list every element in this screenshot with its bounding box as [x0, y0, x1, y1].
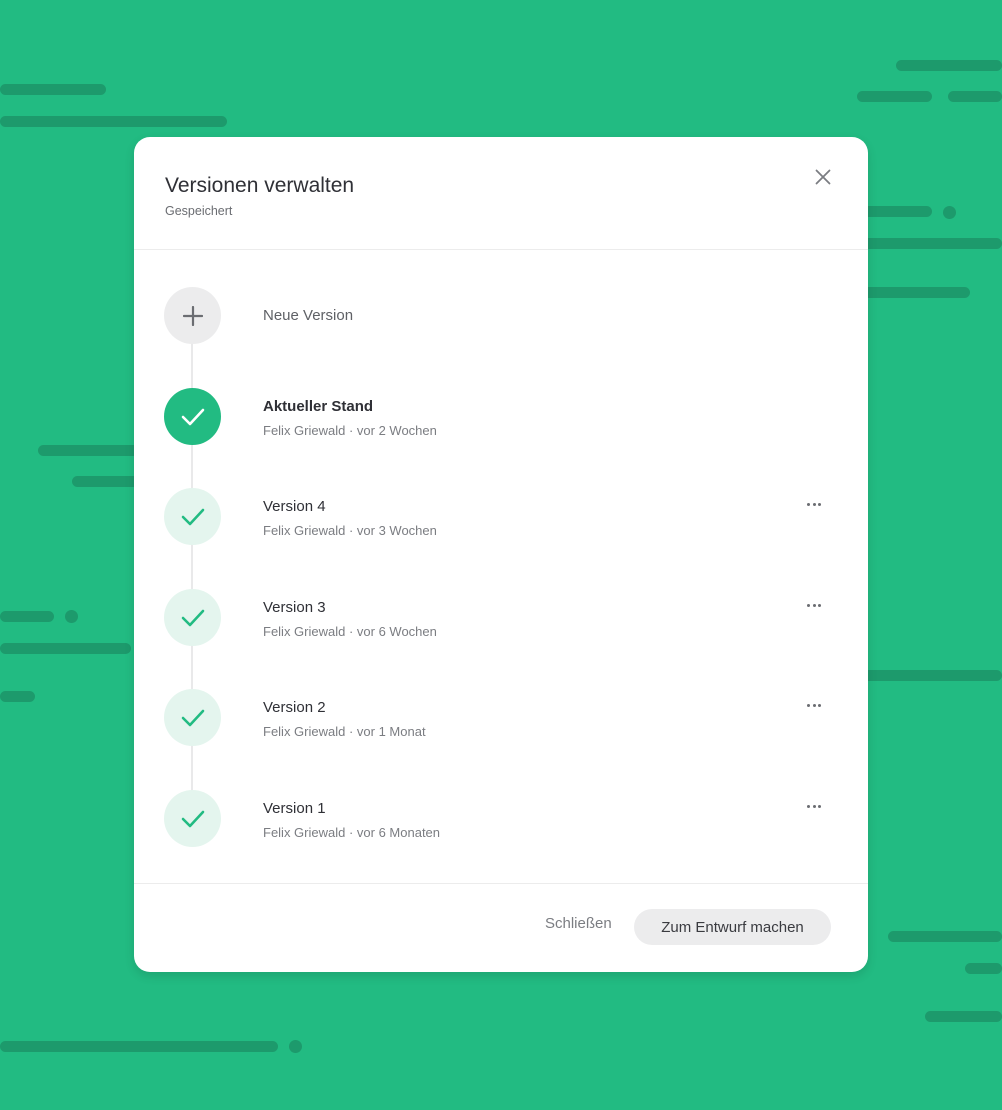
- background-dot: [65, 610, 78, 623]
- check-icon: [181, 609, 204, 626]
- version-title: Version 4: [263, 498, 326, 515]
- close-icon: [815, 169, 831, 185]
- background-stripe: [72, 476, 142, 487]
- version-status: [164, 689, 221, 746]
- dialog-header: Versionen verwalten Gespeichert: [134, 137, 868, 250]
- background-stripe: [860, 670, 1002, 681]
- background-stripe: [38, 445, 143, 456]
- version-row[interactable]: Version 4 Felix Griewald · vor 3 Wochen: [134, 478, 868, 558]
- background-stripe: [0, 84, 106, 95]
- dialog-title: Versionen verwalten: [165, 174, 355, 197]
- version-row-current[interactable]: Aktueller Stand Felix Griewald · vor 2 W…: [134, 378, 868, 458]
- check-icon: [181, 709, 204, 726]
- save-status: Gespeichert: [165, 204, 233, 218]
- background-dot: [289, 1040, 302, 1053]
- background-stripe: [0, 116, 227, 127]
- versions-dialog: Versionen verwalten Gespeichert Neue Ver…: [134, 137, 868, 972]
- version-status: [164, 488, 221, 545]
- more-options-button[interactable]: [798, 490, 830, 514]
- check-icon: [181, 810, 204, 827]
- version-title: Aktueller Stand: [263, 398, 374, 415]
- background-stripe: [857, 91, 932, 102]
- version-row[interactable]: Version 1 Felix Griewald · vor 6 Monaten: [134, 780, 868, 860]
- close-button[interactable]: [810, 164, 836, 190]
- check-icon: [181, 508, 204, 525]
- close-dialog-button[interactable]: Schließen: [545, 915, 612, 932]
- background-stripe: [0, 1041, 278, 1052]
- version-meta: Felix Griewald · vor 1 Monat: [263, 724, 426, 739]
- more-icon: [806, 694, 822, 712]
- new-version-button[interactable]: [164, 287, 221, 344]
- version-title: Version 1: [263, 800, 326, 817]
- background-stripe: [0, 643, 131, 654]
- version-row[interactable]: Version 2 Felix Griewald · vor 1 Monat: [134, 679, 868, 759]
- version-title: Version 3: [263, 599, 326, 616]
- version-status: [164, 790, 221, 847]
- more-options-button[interactable]: [798, 792, 830, 816]
- background-stripe: [860, 206, 932, 217]
- background-stripe: [896, 60, 1002, 71]
- version-row[interactable]: Version 3 Felix Griewald · vor 6 Wochen: [134, 579, 868, 659]
- more-icon: [806, 795, 822, 813]
- version-meta: Felix Griewald · vor 6 Wochen: [263, 624, 437, 639]
- plus-icon: [182, 305, 203, 326]
- dialog-footer: Schließen Zum Entwurf machen: [134, 883, 868, 973]
- background-stripe: [0, 691, 35, 702]
- version-status-current: [164, 388, 221, 445]
- new-version-label[interactable]: Neue Version: [263, 307, 353, 324]
- more-icon: [806, 594, 822, 612]
- background-stripe: [965, 963, 1002, 974]
- version-status: [164, 589, 221, 646]
- background-stripe: [888, 931, 1002, 942]
- more-icon: [806, 493, 822, 511]
- check-icon: [181, 408, 204, 425]
- new-version-row[interactable]: Neue Version: [134, 277, 868, 357]
- more-options-button[interactable]: [798, 691, 830, 715]
- version-meta: Felix Griewald · vor 6 Monaten: [263, 825, 441, 840]
- version-title: Version 2: [263, 699, 326, 716]
- background-stripe: [0, 611, 54, 622]
- background-dot: [943, 206, 956, 219]
- version-meta: Felix Griewald · vor 3 Wochen: [263, 523, 437, 538]
- background-stripe: [860, 238, 1002, 249]
- background-stripe: [948, 91, 1002, 102]
- version-meta: Felix Griewald · vor 2 Wochen: [263, 423, 437, 438]
- make-draft-button[interactable]: Zum Entwurf machen: [634, 909, 831, 945]
- more-options-button[interactable]: [798, 591, 830, 615]
- background-stripe: [860, 287, 970, 298]
- background-stripe: [925, 1011, 1002, 1022]
